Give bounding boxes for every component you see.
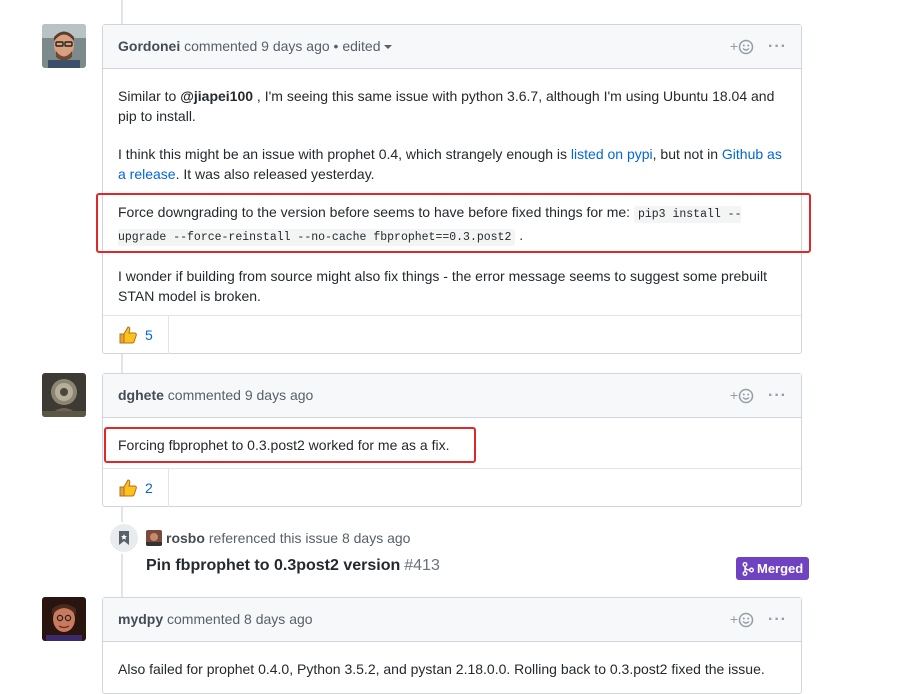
- reaction-count: 2: [145, 480, 153, 496]
- thumbs-up-icon: [119, 326, 137, 344]
- add-reaction-button[interactable]: +: [730, 374, 754, 417]
- comment-paragraph: Similar to @jiapei100 , I'm seeing this …: [118, 86, 786, 126]
- comment-card: dghete commented 9 days ago + ··· Forcin…: [102, 373, 802, 507]
- avatar[interactable]: [42, 597, 86, 641]
- comment-author[interactable]: dghete: [118, 387, 164, 403]
- chevron-down-icon: [384, 45, 393, 50]
- kebab-icon[interactable]: ···: [768, 598, 787, 641]
- text: I think this might be an issue with prop…: [118, 146, 571, 162]
- comment-body: Also failed for prophet 0.4.0, Python 3.…: [103, 659, 801, 679]
- timeline-line: [121, 0, 123, 24]
- comment-author[interactable]: Gordonei: [118, 38, 180, 54]
- bookmark-icon: [119, 531, 129, 545]
- git-merge-icon: [742, 561, 754, 576]
- comment-card: mydpy commented 8 days ago + ··· Also fa…: [102, 597, 802, 694]
- timeline-line: [121, 353, 123, 373]
- thumbs-up-reaction[interactable]: 5: [103, 316, 169, 354]
- comment-paragraph: Also failed for prophet 0.4.0, Python 3.…: [118, 661, 765, 677]
- add-reaction-button[interactable]: +: [730, 598, 754, 641]
- pr-link[interactable]: Pin fbprophet to 0.3post2 version #413: [146, 557, 440, 575]
- text: . It was also released yesterday.: [175, 166, 375, 182]
- comment-meta[interactable]: commented 9 days ago: [184, 38, 330, 54]
- comment-paragraph: I think this might be an issue with prop…: [118, 144, 786, 184]
- text: Similar to: [118, 88, 181, 104]
- comment-body: Similar to @jiapei100 , I'm seeing this …: [103, 86, 801, 306]
- comment-card: Gordonei commented 9 days ago • edited +…: [102, 24, 802, 354]
- comment-paragraph: Force downgrading to the version before …: [118, 202, 786, 248]
- comment-header: dghete commented 9 days ago + ···: [103, 374, 801, 418]
- comment-meta[interactable]: commented 8 days ago: [167, 611, 313, 627]
- pypi-link[interactable]: listed on pypi: [571, 146, 653, 162]
- reference-author[interactable]: rosbo: [166, 530, 205, 546]
- reference-text[interactable]: referenced this issue 8 days ago: [209, 530, 411, 546]
- text: .: [515, 227, 524, 243]
- comment-meta[interactable]: commented 9 days ago: [168, 387, 314, 403]
- avatar[interactable]: [146, 530, 162, 546]
- status-badge: Merged: [736, 557, 810, 580]
- kebab-icon[interactable]: ···: [768, 374, 787, 417]
- avatar[interactable]: [42, 373, 86, 417]
- edited-dropdown[interactable]: • edited: [334, 38, 393, 54]
- reactions-bar: 2: [103, 468, 801, 507]
- text: Force downgrading to the version before …: [118, 204, 634, 220]
- reference-badge: [108, 522, 140, 554]
- pr-title[interactable]: Pin fbprophet to 0.3post2 version: [146, 557, 400, 574]
- pr-number[interactable]: #413: [404, 557, 440, 574]
- reactions-bar: 5: [103, 315, 801, 354]
- add-reaction-button[interactable]: +: [730, 25, 754, 68]
- reaction-count: 5: [145, 327, 153, 343]
- thumbs-up-icon: [119, 479, 137, 497]
- kebab-icon[interactable]: ···: [768, 25, 787, 68]
- smiley-icon: [738, 388, 754, 403]
- edited-label: • edited: [333, 38, 381, 54]
- avatar[interactable]: [42, 24, 86, 68]
- comment-body: Forcing fbprophet to 0.3.post2 worked fo…: [103, 435, 801, 455]
- comment-paragraph: I wonder if building from source might a…: [118, 268, 767, 304]
- user-mention[interactable]: @jiapei100: [180, 88, 253, 104]
- comment-paragraph: Forcing fbprophet to 0.3.post2 worked fo…: [118, 437, 450, 453]
- smiley-icon: [738, 612, 754, 627]
- comment-header: mydpy commented 8 days ago + ···: [103, 598, 801, 642]
- thumbs-up-reaction[interactable]: 2: [103, 469, 169, 507]
- smiley-icon: [738, 39, 754, 54]
- comment-header: Gordonei commented 9 days ago • edited +…: [103, 25, 801, 69]
- text: , but not in: [652, 146, 722, 162]
- status-label: Merged: [757, 561, 804, 576]
- reference-event: rosbo referenced this issue 8 days ago: [146, 530, 410, 546]
- comment-author[interactable]: mydpy: [118, 611, 163, 627]
